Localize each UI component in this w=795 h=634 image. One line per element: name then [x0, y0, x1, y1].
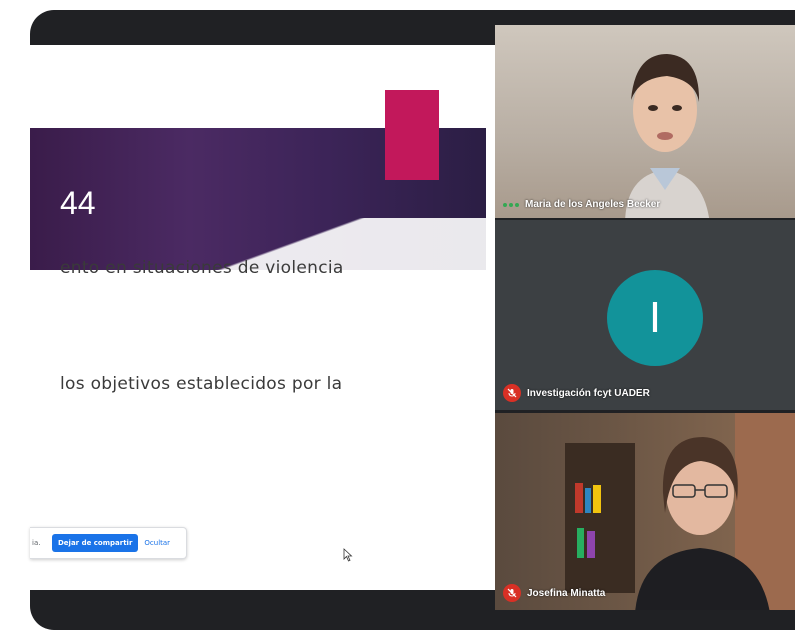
stop-sharing-button[interactable]: Dejar de compartir: [52, 534, 139, 552]
participant-name-tag: Josefina Minatta: [503, 584, 605, 602]
slide-title: 44: [60, 185, 96, 221]
participant-name-tag: Investigación fcyt UADER: [503, 384, 650, 402]
mic-off-icon: [503, 384, 521, 402]
participant-video-1: [625, 54, 710, 218]
participant-name: Maria de los Angeles Becker: [525, 199, 661, 210]
participant-tile-2[interactable]: I Investigación fcyt UADER: [495, 220, 795, 410]
participant-video-3: [635, 437, 770, 610]
participant-name-tag: Maria de los Angeles Becker: [503, 199, 660, 210]
participant-avatar: I: [607, 270, 703, 366]
participant-name: Investigación fcyt UADER: [527, 387, 650, 399]
share-message: ia.: [32, 539, 41, 547]
slide-text-line-2: los objetivos establecidos por la: [60, 374, 343, 394]
slide-accent-bar: [385, 90, 439, 180]
screen-share-bar: ia. Dejar de compartir Ocultar: [30, 527, 187, 559]
mouse-cursor-icon: [343, 548, 353, 562]
slide-text-line-1: ento en situaciones de violencia: [60, 258, 344, 278]
speaking-dots-icon: [503, 202, 519, 207]
participant-name: Josefina Minatta: [527, 587, 606, 599]
mic-off-icon: [503, 584, 521, 602]
participant-tile-1[interactable]: Maria de los Angeles Becker: [495, 25, 795, 218]
participant-tile-3[interactable]: Josefina Minatta: [495, 413, 795, 610]
hide-button[interactable]: Ocultar: [144, 539, 170, 547]
presentation-slide: 44 ento en situaciones de violencia los …: [30, 45, 495, 590]
